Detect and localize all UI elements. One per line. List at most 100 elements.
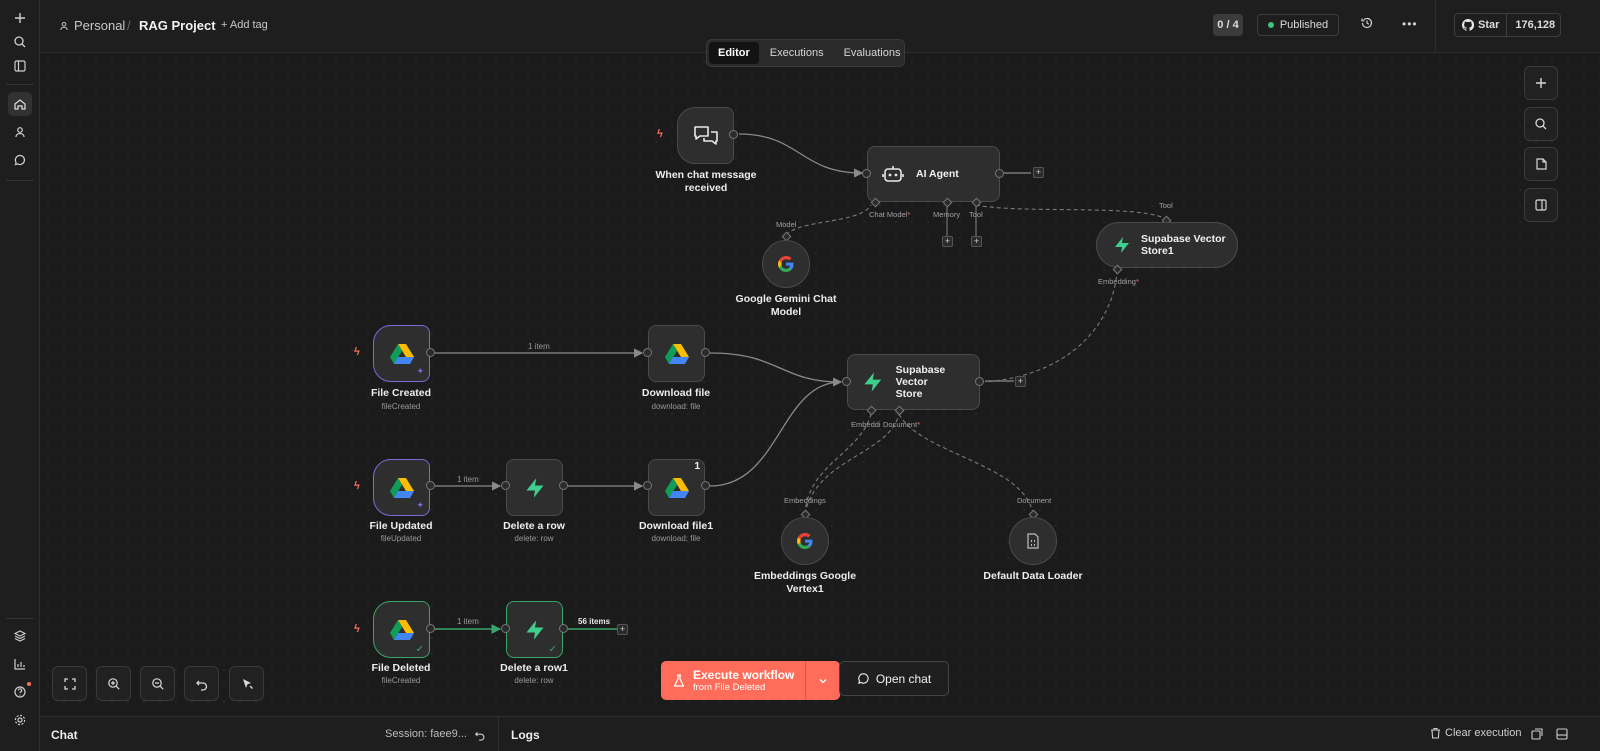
published-status-label: Published [1279, 19, 1329, 31]
embedding-text: Embedding [1098, 277, 1136, 286]
output-port[interactable] [426, 348, 435, 357]
connections-layer [435, 133, 1167, 634]
edge-store1-to-store [984, 269, 1118, 383]
port-tool-label: Tool [969, 210, 983, 219]
chat-model-text: Chat Model [869, 210, 908, 219]
github-star-button[interactable]: Star 176,128 [1454, 13, 1561, 37]
output-port[interactable] [975, 377, 984, 386]
settings-icon[interactable] [8, 708, 32, 732]
node-download-file1[interactable]: 1 [648, 459, 705, 516]
node-file-updated[interactable]: ✦ [373, 459, 430, 516]
chat-panel-title[interactable]: Chat [51, 728, 78, 742]
title-line-1: Supabase Vector [1141, 233, 1226, 245]
search-nodes-icon[interactable] [1524, 107, 1558, 141]
add-node-button[interactable]: + [617, 624, 628, 635]
user-icon[interactable] [8, 120, 32, 144]
input-port[interactable] [501, 624, 510, 633]
node-file-deleted[interactable]: ✓ [373, 601, 430, 658]
pin-icon: ✦ [416, 500, 424, 510]
node-delete-row[interactable] [506, 459, 563, 516]
tab-editor[interactable]: Editor [709, 42, 759, 64]
flask-icon [673, 673, 685, 687]
output-port[interactable] [995, 169, 1004, 178]
history-icon[interactable] [1360, 16, 1374, 35]
node-data-loader-label: Default Data Loader [983, 570, 1083, 582]
node-delete-row1[interactable]: ✓ [506, 601, 563, 658]
more-options-icon[interactable]: ••• [1402, 17, 1418, 31]
success-check-icon: ✓ [548, 644, 557, 655]
edge-gemini-to-agent [785, 204, 872, 236]
title-line-1: Supabase Vector [895, 364, 946, 388]
panel-toggle-icon[interactable] [8, 54, 32, 78]
input-port[interactable] [501, 481, 510, 490]
execute-workflow-button[interactable]: Execute workflow from File Deleted [661, 661, 840, 700]
add-tool-button[interactable]: + [971, 236, 982, 247]
label-line-1: Embeddings Google [753, 570, 857, 582]
node-chat-trigger[interactable] [677, 107, 734, 164]
output-port[interactable] [426, 481, 435, 490]
node-supabase-store[interactable]: Supabase Vector Store [847, 354, 980, 410]
add-node-button[interactable]: + [1015, 376, 1026, 387]
search-icon[interactable] [8, 30, 32, 54]
tab-evaluations[interactable]: Evaluations [835, 42, 910, 64]
zoom-in-icon[interactable] [96, 666, 131, 701]
workflow-canvas[interactable]: ϟ When chat message received AI Agent + … [40, 54, 1600, 716]
output-port[interactable] [729, 130, 738, 139]
chat-icon [857, 673, 869, 684]
user-icon [60, 21, 68, 30]
collapse-panel-icon[interactable] [1556, 727, 1568, 745]
output-port[interactable] [701, 481, 710, 490]
add-icon[interactable] [8, 6, 32, 30]
workflow-name[interactable]: RAG Project [139, 18, 216, 33]
node-download-file1-label: Download file1 [638, 520, 714, 532]
execute-workflow-main[interactable]: Execute workflow from File Deleted [661, 661, 806, 700]
help-icon[interactable] [8, 680, 32, 704]
output-port[interactable] [559, 481, 568, 490]
checklist-counter[interactable]: 0 / 4 [1213, 14, 1243, 36]
home-icon[interactable] [8, 92, 32, 116]
github-star[interactable]: Star [1455, 14, 1508, 36]
execute-options-button[interactable] [806, 661, 840, 700]
open-chat-button[interactable]: Open chat [839, 661, 949, 696]
undo-icon[interactable] [184, 666, 219, 701]
cursor-icon[interactable] [229, 666, 264, 701]
tab-executions[interactable]: Executions [761, 42, 833, 64]
pop-out-icon[interactable] [1531, 727, 1543, 745]
input-port[interactable] [842, 377, 851, 386]
supabase-icon [525, 619, 544, 640]
input-port[interactable] [643, 348, 652, 357]
node-embeddings-vertex[interactable] [781, 517, 829, 565]
node-default-data-loader[interactable] [1009, 517, 1057, 565]
add-tag-button[interactable]: + Add tag [221, 19, 268, 31]
node-supabase-store1[interactable]: Supabase Vector Store1 [1096, 222, 1238, 268]
breadcrumb-workspace[interactable]: Personal [59, 18, 125, 33]
add-node-button[interactable]: + [1033, 167, 1044, 178]
reset-session-icon[interactable] [474, 728, 486, 746]
output-port[interactable] [701, 348, 710, 357]
input-port[interactable] [643, 481, 652, 490]
fit-view-icon[interactable] [52, 666, 87, 701]
side-panel-icon[interactable] [1524, 188, 1558, 222]
node-download-file[interactable] [648, 325, 705, 382]
add-memory-button[interactable]: + [942, 236, 953, 247]
output-port[interactable] [559, 624, 568, 633]
logs-panel-title[interactable]: Logs [511, 728, 540, 742]
templates-icon[interactable] [8, 624, 32, 648]
add-node-icon[interactable] [1524, 66, 1558, 100]
output-port[interactable] [426, 624, 435, 633]
insights-icon[interactable] [8, 652, 32, 676]
node-file-updated-sub: fileUpdated [380, 534, 422, 543]
port-embedding-label: Embeddi [851, 420, 881, 429]
sticky-note-icon[interactable] [1524, 147, 1558, 181]
clear-execution-button[interactable]: Clear execution [1430, 727, 1521, 739]
chat-icon[interactable] [8, 148, 32, 172]
node-gemini-chat-model[interactable] [762, 240, 810, 288]
title-line-2: Store [895, 388, 923, 400]
supabase-icon [525, 477, 544, 498]
node-file-created[interactable]: ✦ [373, 325, 430, 382]
published-status[interactable]: Published [1257, 14, 1339, 36]
node-ai-agent[interactable]: AI Agent [867, 146, 1000, 202]
label-line-1: When chat message [655, 169, 757, 181]
zoom-out-icon[interactable] [140, 666, 175, 701]
input-port[interactable] [862, 169, 871, 178]
